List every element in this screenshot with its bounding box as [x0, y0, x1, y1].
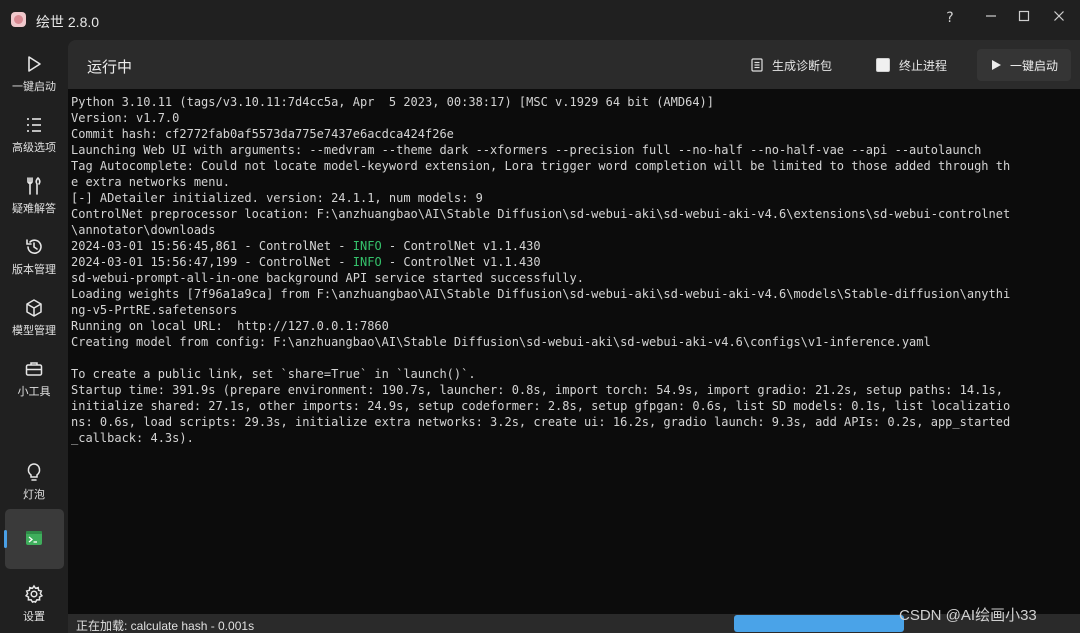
progress-bar	[734, 615, 904, 632]
sidebar-item-tools[interactable]: 小工具	[0, 347, 68, 407]
gear-icon	[24, 584, 44, 604]
maximize-icon	[1018, 10, 1030, 22]
log-suffix: - ControlNet v1.1.430	[381, 239, 541, 253]
console-line: Startup time: 391.9s (prepare environmen…	[71, 383, 1003, 397]
maximize-button[interactable]	[1011, 6, 1037, 30]
play-icon	[991, 60, 1001, 70]
diagnostic-button[interactable]: 生成诊断包	[751, 49, 832, 81]
log-prefix: 2024-03-01 15:56:45,861 - ControlNet -	[71, 239, 353, 253]
console-line: sd-webui-prompt-all-in-one background AP…	[71, 271, 584, 285]
sidebar-item-models[interactable]: 模型管理	[0, 286, 68, 346]
sidebar-item-label: 高级选项	[12, 142, 56, 154]
header: 运行中 生成诊断包 终止进程 一键启动	[68, 40, 1080, 89]
checkbox-box[interactable]	[876, 58, 890, 72]
watermark: CSDN @AI绘画小33	[899, 607, 1037, 624]
console-line: ns: 0.6s, load scripts: 29.3s, initializ…	[71, 415, 1011, 429]
console-line: To create a public link, set `share=True…	[71, 367, 476, 381]
play-icon	[28, 56, 41, 72]
console-line: ControlNet preprocessor location: F:\anz…	[71, 207, 1011, 221]
terminate-checkbox[interactable]: 终止进程	[876, 49, 947, 81]
log-level-info: INFO	[352, 255, 382, 269]
sidebar-item-label: 版本管理	[12, 264, 56, 276]
main-panel: 运行中 生成诊断包 终止进程 一键启动 Python 3.10.11 (tags…	[68, 40, 1080, 633]
console-line: Creating model from config: F:\anzhuangb…	[71, 335, 931, 349]
console-line: 2024-03-01 15:56:47,199 - ControlNet - I…	[71, 254, 1080, 270]
sidebar-item-advanced[interactable]: 高级选项	[0, 103, 68, 163]
sidebar-item-label: 一键启动	[12, 81, 56, 93]
console-line: Running on local URL: http://127.0.0.1:7…	[71, 319, 389, 333]
console-line: Launching Web UI with arguments: --medvr…	[71, 143, 982, 157]
sidebar-item-settings[interactable]: 设置	[0, 572, 68, 632]
console-line: ng-v5-PrtRE.safetensors	[71, 303, 238, 317]
toolbox-icon	[25, 362, 43, 376]
help-button[interactable]: ?	[937, 6, 963, 30]
status-text: 正在加载: calculate hash - 0.001s	[76, 619, 255, 633]
close-button[interactable]	[1046, 6, 1072, 30]
history-icon	[26, 239, 42, 254]
log-suffix: - ControlNet v1.1.430	[381, 255, 541, 269]
sidebar-item-label: 设置	[23, 611, 45, 623]
launch-label: 一键启动	[1009, 58, 1058, 73]
launch-button[interactable]: 一键启动	[977, 49, 1071, 81]
console-line: initialize shared: 27.1s, other imports:…	[71, 399, 1011, 413]
sidebar: 一键启动 高级选项 疑难解答 版本管理 模型管理 小工具 灯泡 设置	[0, 40, 68, 633]
sidebar-item-label: 疑难解答	[12, 203, 56, 215]
app-logo-icon	[11, 12, 26, 27]
title-bar: 绘世 2.8.0 ?	[0, 0, 1080, 40]
diagnostic-label: 生成诊断包	[772, 58, 833, 73]
list-icon	[27, 118, 41, 132]
sidebar-item-versions[interactable]: 版本管理	[0, 225, 68, 285]
console-line: _callback: 4.3s).	[71, 431, 194, 445]
sidebar-item-label: 灯泡	[23, 489, 45, 501]
tools-icon	[27, 177, 41, 195]
console-line: \annotator\downloads	[71, 223, 216, 237]
window-title: 绘世 2.8.0	[36, 14, 100, 30]
sidebar-item-label: 小工具	[17, 386, 51, 398]
minimize-icon	[986, 15, 996, 17]
bulb-icon	[27, 463, 41, 481]
sidebar-item-bulb[interactable]: 灯泡	[0, 450, 68, 510]
minimize-button[interactable]	[978, 6, 1004, 30]
sidebar-item-troubleshoot[interactable]: 疑难解答	[0, 164, 68, 224]
console-line: e extra networks menu.	[71, 175, 230, 189]
console-line: 2024-03-01 15:56:45,861 - ControlNet - I…	[71, 238, 1080, 254]
document-icon	[751, 58, 763, 72]
console-line: Python 3.10.11 (tags/v3.10.11:7d4cc5a, A…	[71, 95, 714, 109]
console-line: [-] ADetailer initialized. version: 24.1…	[71, 191, 483, 205]
terminal-icon	[26, 531, 42, 545]
sidebar-item-label: 模型管理	[12, 325, 56, 337]
close-icon	[1054, 11, 1064, 21]
sidebar-item-console[interactable]	[4, 509, 64, 569]
log-prefix: 2024-03-01 15:56:47,199 - ControlNet -	[71, 255, 353, 269]
cube-icon	[26, 299, 42, 317]
page-title: 运行中	[87, 59, 133, 76]
console-line: Version: v1.7.0	[71, 111, 180, 125]
sidebar-item-launch[interactable]: 一键启动	[0, 42, 68, 102]
console-line: Commit hash: cf2772fab0af5573da775e7437e…	[71, 127, 454, 141]
log-level-info: INFO	[352, 239, 382, 253]
terminate-label: 终止进程	[899, 58, 948, 73]
console-line: Tag Autocomplete: Could not locate model…	[71, 159, 1011, 173]
console-output[interactable]: Python 3.10.11 (tags/v3.10.11:7d4cc5a, A…	[68, 89, 1080, 614]
console-line: Loading weights [7f96a1a9ca] from F:\anz…	[71, 287, 1011, 301]
